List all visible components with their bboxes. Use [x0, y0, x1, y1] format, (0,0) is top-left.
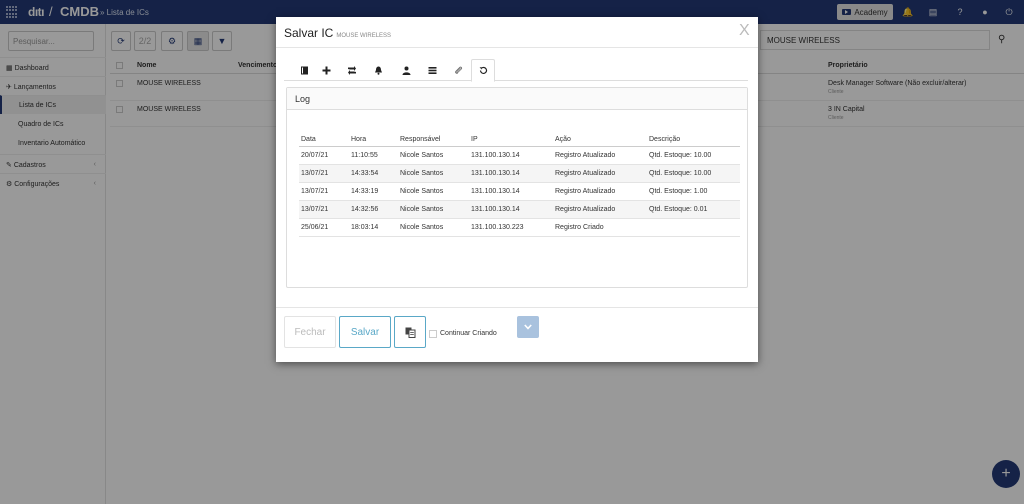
user-icon	[402, 66, 410, 75]
continue-creating-label[interactable]: Continuar Criando	[440, 330, 497, 337]
tab-list[interactable]	[420, 59, 444, 81]
divider	[276, 47, 758, 48]
tab-attachments[interactable]	[446, 59, 470, 81]
table-row: 13/07/21 14:33:19 Nicole Santos 131.100.130…	[299, 182, 740, 201]
log-table: Data Hora Responsável IP Ação Descrição …	[299, 134, 740, 237]
tab-details[interactable]	[292, 59, 316, 81]
tab-users[interactable]	[394, 59, 418, 81]
copy-icon	[405, 327, 415, 338]
close-button[interactable]: Fechar	[284, 316, 336, 348]
bell-icon	[374, 66, 382, 75]
tab-add[interactable]	[314, 59, 338, 81]
tab-history[interactable]	[471, 59, 495, 82]
history-icon	[479, 66, 487, 74]
modal-tabs	[284, 59, 748, 82]
modal-subtitle: MOUSE WIRELESS	[336, 33, 392, 39]
load-more-button[interactable]	[517, 316, 539, 338]
paperclip-icon	[454, 66, 462, 74]
tab-alerts[interactable]	[366, 59, 390, 81]
table-row: 13/07/21 14:32:56 Nicole Santos 131.100.130…	[299, 200, 740, 219]
continue-creating-checkbox[interactable]	[429, 330, 437, 338]
save-button[interactable]: Salvar	[339, 316, 391, 348]
panel-title: Log	[287, 88, 747, 110]
chevron-down-icon	[524, 324, 532, 330]
list-icon	[428, 66, 436, 74]
log-panel: Log Data Hora Responsável IP Ação Descri…	[286, 87, 748, 338]
log-table-header: Data Hora Responsável IP Ação Descrição	[299, 134, 740, 147]
retweet-icon	[348, 65, 356, 75]
modal-title: Salvar IC MOUSE WIRELESS	[284, 26, 392, 40]
table-row: 20/07/21 11:10:55 Nicole Santos 131.100.130…	[299, 146, 740, 165]
book-icon	[300, 66, 308, 74]
table-row: 25/06/21 18:03:14 Nicole Santos 131.100.130…	[299, 218, 740, 237]
close-icon[interactable]: X	[739, 22, 750, 40]
table-row: 13/07/21 14:33:54 Nicole Santos 131.100.130…	[299, 164, 740, 183]
copy-button[interactable]	[394, 316, 426, 348]
salvar-ic-modal: Salvar IC MOUSE WIRELESS X Log Data Hora…	[276, 17, 758, 362]
tab-relations[interactable]	[340, 59, 364, 81]
divider	[276, 307, 758, 308]
plus-icon	[322, 66, 330, 74]
